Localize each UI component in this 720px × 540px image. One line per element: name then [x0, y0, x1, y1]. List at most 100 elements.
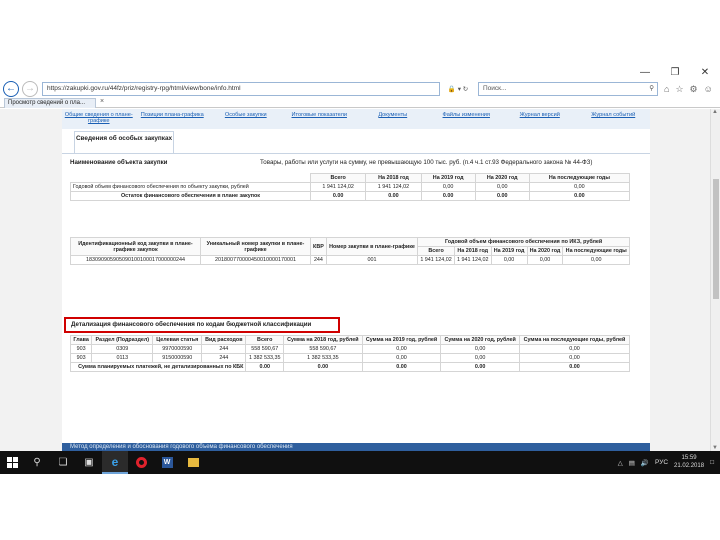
cell: 558 590,67 — [283, 344, 363, 354]
dropdown-icon[interactable]: ▾ — [458, 86, 461, 93]
restore-button[interactable]: ❐ — [660, 66, 690, 80]
task-view-icon[interactable]: ❏ — [50, 451, 76, 474]
cell: 0,00 — [361, 353, 442, 363]
cell: 1 941 124,02 — [309, 182, 367, 192]
toolbar-icons: ⌂ ☆ ⚙ ☺ — [664, 84, 713, 95]
tray-arrow-icon[interactable]: △ — [618, 459, 623, 467]
taskbar-word[interactable]: W — [154, 451, 180, 474]
nav-link-change-files[interactable]: Файлы изменения — [430, 109, 504, 129]
nav-link-events[interactable]: Журнал событий — [577, 109, 651, 129]
section-header-band[interactable]: Метод определения и обоснования годового… — [62, 443, 650, 451]
col-header: Сумма на последующие годы, рублей — [518, 335, 631, 345]
language-indicator[interactable]: РУС — [655, 459, 668, 466]
cell: 9970000590 — [152, 344, 203, 354]
search-icon[interactable]: ⚲ — [649, 83, 654, 95]
cell: 0,00 — [562, 255, 630, 265]
cell: 0.00 — [365, 191, 422, 201]
scroll-up-icon[interactable]: ▲ — [712, 109, 718, 115]
nav-link-documents[interactable]: Документы — [356, 109, 430, 129]
cell: 244 — [201, 353, 247, 363]
browser-tab[interactable]: Просмотр сведений о пла... — [4, 98, 96, 108]
col-subheader: На 2019 год — [490, 246, 528, 256]
clock[interactable]: 15:59 21.02.2018 — [674, 455, 704, 470]
page-content: Общие сведения о плане-графике Позиции п… — [0, 109, 720, 451]
home-icon[interactable]: ⌂ — [664, 84, 669, 95]
cell: 0,00 — [361, 344, 442, 354]
tab-special-purchases[interactable]: Сведения об особых закупках — [74, 131, 174, 153]
address-tools: 🔒 ▾ ↻ — [440, 85, 476, 93]
col-header: На 2020 год — [474, 173, 530, 183]
network-icon[interactable]: ▤ — [629, 459, 635, 467]
ie-icon: e — [111, 454, 119, 469]
row-label: Годовой объем финансового обеспечения по… — [70, 182, 311, 192]
table-row: 903 0309 9970000590 244 558 590,67 558 5… — [69, 344, 631, 354]
search-input[interactable]: Поиск... ⚲ — [478, 82, 658, 96]
nav-link-general[interactable]: Общие сведения о плане-графике — [62, 109, 136, 129]
tab-row: Просмотр сведений о пла... × — [0, 98, 720, 108]
table-row: 903 0113 9150000590 244 1 382 533,35 1 3… — [69, 353, 631, 363]
favorites-icon[interactable]: ☆ — [675, 84, 683, 95]
address-bar[interactable]: https://zakupki.gov.ru/44fz/priz/registr… — [42, 82, 440, 96]
cell: 1 382 533,35 — [283, 353, 363, 363]
tab-close-icon[interactable]: × — [100, 98, 104, 105]
search-taskbar-icon[interactable]: ⚲ — [24, 451, 50, 474]
table-row: 183090905905090100100017000000244 201800… — [70, 255, 630, 265]
col-header: Раздел (Подраздел) — [91, 335, 154, 345]
clock-time: 15:59 — [681, 455, 697, 461]
col-header: Вид расходов — [201, 335, 247, 345]
folder-icon — [187, 458, 199, 467]
scrollbar-thumb[interactable] — [713, 179, 719, 299]
cell: 0,00 — [474, 182, 530, 192]
main-panel: Общие сведения о плане-графике Позиции п… — [62, 109, 650, 451]
cell: 0.00 — [283, 362, 363, 372]
smiley-icon[interactable]: ☺ — [704, 84, 713, 95]
cell: 0,00 — [440, 344, 520, 354]
taskbar-opera[interactable] — [128, 451, 154, 474]
forward-icon[interactable]: → — [22, 81, 38, 97]
scrollbar[interactable]: ▲ ▼ — [710, 109, 720, 451]
col-header: На 2018 год — [365, 173, 422, 183]
settings-icon[interactable]: ⚙ — [690, 84, 698, 95]
divider — [62, 153, 650, 154]
taskbar-explorer[interactable] — [180, 451, 206, 474]
cell: 0.00 — [309, 191, 367, 201]
windows-icon — [6, 457, 18, 468]
cell: 0.00 — [528, 191, 631, 201]
col-header: КВР — [310, 237, 327, 256]
search-placeholder: Поиск... — [483, 85, 507, 92]
nav-link-positions[interactable]: Позиции плана-графика — [136, 109, 210, 129]
purchase-object-value: Товары, работы или услуги на сумму, не п… — [260, 159, 593, 166]
nav-link-totals[interactable]: Итоговые показатели — [283, 109, 357, 129]
refresh-icon[interactable]: ↻ — [463, 86, 468, 93]
store-icon[interactable]: ▣ — [76, 451, 102, 474]
col-header: На 2019 год — [420, 173, 476, 183]
back-icon[interactable]: ← — [3, 81, 19, 97]
volume-icon[interactable]: 🔊 — [641, 459, 649, 467]
cell: 0.00 — [474, 191, 530, 201]
notifications-icon[interactable]: □ — [710, 459, 714, 466]
col-subheader: На 2018 год — [453, 246, 492, 256]
cell-ikz: 183090905905090100100017000000244 — [70, 255, 201, 265]
nav-link-special[interactable]: Особые закупки — [209, 109, 283, 129]
col-header: Всего — [245, 335, 285, 345]
cell: 0.00 — [440, 362, 520, 372]
table-header-row: Глава Раздел (Подраздел) Целевая статья … — [69, 335, 631, 345]
nav-link-versions[interactable]: Журнал версий — [503, 109, 577, 129]
cell: 0.00 — [518, 362, 631, 372]
table-header-row: Всего На 2018 год На 2019 год На 2020 го… — [70, 173, 631, 183]
table-row: Годовой объем финансового обеспечения по… — [70, 182, 631, 192]
cell: 1 941 124,02 — [417, 255, 455, 265]
kbk-table: Глава Раздел (Подраздел) Целевая статья … — [69, 335, 631, 372]
close-button[interactable]: ✕ — [690, 66, 720, 80]
cell: 0,00 — [518, 344, 631, 354]
system-tray: △ ▤ 🔊 РУС 15:59 21.02.2018 □ — [618, 455, 720, 470]
taskbar-ie[interactable]: e — [102, 451, 128, 474]
minimize-button[interactable]: — — [630, 66, 660, 80]
cell: 0.00 — [245, 362, 285, 372]
cell-kvr: 244 — [310, 255, 327, 265]
col-header: Целевая статья — [152, 335, 203, 345]
col-header: Номер закупки в плане-графике — [325, 237, 419, 256]
start-button[interactable] — [0, 451, 24, 474]
cell: 1 382 533,35 — [245, 353, 285, 363]
totals-table: Всего На 2018 год На 2019 год На 2020 го… — [70, 173, 631, 201]
